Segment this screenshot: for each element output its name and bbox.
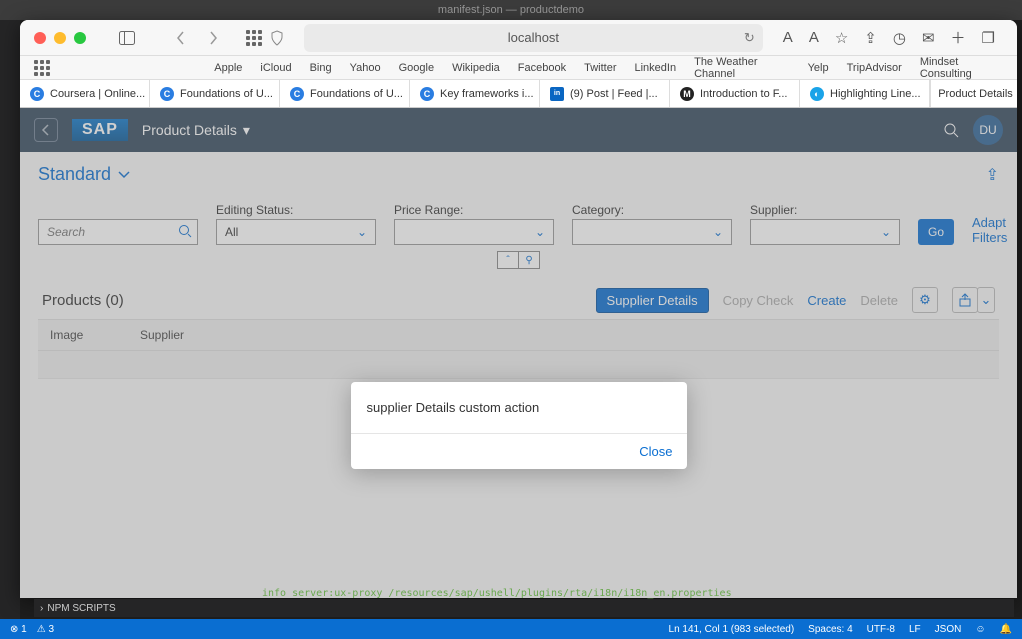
bookmark-item[interactable]: LinkedIn	[635, 62, 677, 74]
tab-label: Foundations of U...	[310, 88, 403, 100]
browser-tab[interactable]: CKey frameworks i...	[410, 80, 540, 107]
history-clock-icon[interactable]: ◷	[893, 29, 906, 47]
textsize-small-icon[interactable]: A	[783, 29, 793, 46]
vscode-activity-bar	[0, 20, 20, 619]
dialog-message: supplier Details custom action	[351, 382, 687, 433]
browser-toolbar: localhost ↻ A A ☆ ⇪ ◷ ✉ ＋ ❐	[20, 20, 1017, 56]
vscode-status-bar: ⊗ 1 ⚠ 3 Ln 141, Col 1 (983 selected) Spa…	[0, 619, 1022, 639]
bookmark-item[interactable]: Twitter	[584, 62, 616, 74]
bookmark-item[interactable]: Bing	[310, 62, 332, 74]
back-button[interactable]	[168, 26, 194, 50]
tab-label: Foundations of U...	[180, 88, 273, 100]
npm-scripts-panel[interactable]: › NPM SCRIPTS	[34, 599, 1014, 617]
modal-scrim	[20, 108, 1017, 598]
tab-label: Key frameworks i...	[440, 88, 534, 100]
bookmark-item[interactable]: Yahoo	[350, 62, 381, 74]
sidebar-toggle-icon[interactable]	[114, 26, 140, 50]
forward-button[interactable]	[200, 26, 226, 50]
feedback-icon[interactable]: ☺	[975, 624, 985, 635]
reload-icon[interactable]: ↻	[744, 30, 755, 46]
mac-title-bar: manifest.json — productdemo	[0, 0, 1022, 20]
minimize-window-dot[interactable]	[54, 32, 66, 44]
indentation[interactable]: Spaces: 4	[808, 624, 852, 635]
browser-tab[interactable]: CFoundations of U...	[150, 80, 280, 107]
bookmarks-apps-icon[interactable]	[34, 60, 50, 76]
fiori-app: SAP Product Details ▾ DU Standard ⇪	[20, 108, 1017, 598]
browser-tab[interactable]: MIntroduction to F...	[670, 80, 800, 107]
mail-icon-chrome[interactable]: ✉	[922, 29, 935, 47]
address-bar[interactable]: localhost ↻	[304, 24, 763, 52]
dialog-close-button[interactable]: Close	[639, 444, 672, 459]
bookmark-item[interactable]: Google	[399, 62, 434, 74]
language-mode[interactable]: JSON	[935, 624, 962, 635]
bookmark-item[interactable]: Mindset Consulting	[920, 56, 1003, 80]
chevron-right-icon: ›	[40, 603, 43, 614]
bookmark-item[interactable]: TripAdvisor	[847, 62, 902, 74]
bookmark-item[interactable]: Facebook	[518, 62, 566, 74]
zoom-window-dot[interactable]	[74, 32, 86, 44]
favorites-star-icon[interactable]: ☆	[835, 29, 848, 47]
bookmark-item[interactable]: Apple	[214, 62, 242, 74]
privacy-shield-icon[interactable]	[270, 30, 284, 46]
cursor-position[interactable]: Ln 141, Col 1 (983 selected)	[669, 624, 795, 635]
bookmark-item[interactable]: The Weather Channel	[694, 56, 790, 80]
problems-errors[interactable]: ⊗ 1	[10, 624, 27, 635]
textsize-big-icon[interactable]: A	[809, 29, 819, 46]
browser-tab[interactable]: ◐Highlighting Line...	[800, 80, 930, 107]
bookmark-item[interactable]: iCloud	[260, 62, 291, 74]
terminal-output: info server:ux-proxy /resources/sap/ushe…	[262, 588, 732, 599]
new-tab-plus-icon[interactable]: ＋	[951, 27, 966, 48]
browser-tab[interactable]: in(9) Post | Feed |...	[540, 80, 670, 107]
browser-tab[interactable]: CCoursera | Online...	[20, 80, 150, 107]
bookmark-item[interactable]: Wikipedia	[452, 62, 500, 74]
share-icon[interactable]: ⇪	[864, 29, 877, 47]
app-grid-icon[interactable]	[246, 30, 262, 46]
bookmarks-bar: Apple iCloud Bing Yahoo Google Wikipedia…	[20, 56, 1017, 80]
tabs-overview-icon[interactable]: ❐	[982, 29, 995, 47]
eol[interactable]: LF	[909, 624, 921, 635]
encoding[interactable]: UTF-8	[867, 624, 895, 635]
tab-label: (9) Post | Feed |...	[570, 88, 658, 100]
tab-label: Coursera | Online...	[50, 88, 145, 100]
tab-label: Introduction to F...	[700, 88, 787, 100]
safari-window: localhost ↻ A A ☆ ⇪ ◷ ✉ ＋ ❐ Apple iCloud…	[20, 20, 1017, 598]
npm-label: NPM SCRIPTS	[47, 603, 115, 614]
browser-tab[interactable]: CFoundations of U...	[280, 80, 410, 107]
message-dialog: supplier Details custom action Close	[351, 382, 687, 469]
browser-tabstrip: CCoursera | Online... CFoundations of U.…	[20, 80, 1017, 108]
tab-label: Product Details	[938, 88, 1013, 100]
notifications-bell-icon[interactable]: 🔔	[1000, 624, 1012, 635]
close-window-dot[interactable]	[34, 32, 46, 44]
bookmark-item[interactable]: Yelp	[808, 62, 829, 74]
tab-label: Highlighting Line...	[830, 88, 921, 100]
problems-warnings[interactable]: ⚠ 3	[37, 624, 54, 635]
browser-tab-active[interactable]: Product Details	[930, 80, 1017, 107]
url-text: localhost	[508, 30, 559, 45]
